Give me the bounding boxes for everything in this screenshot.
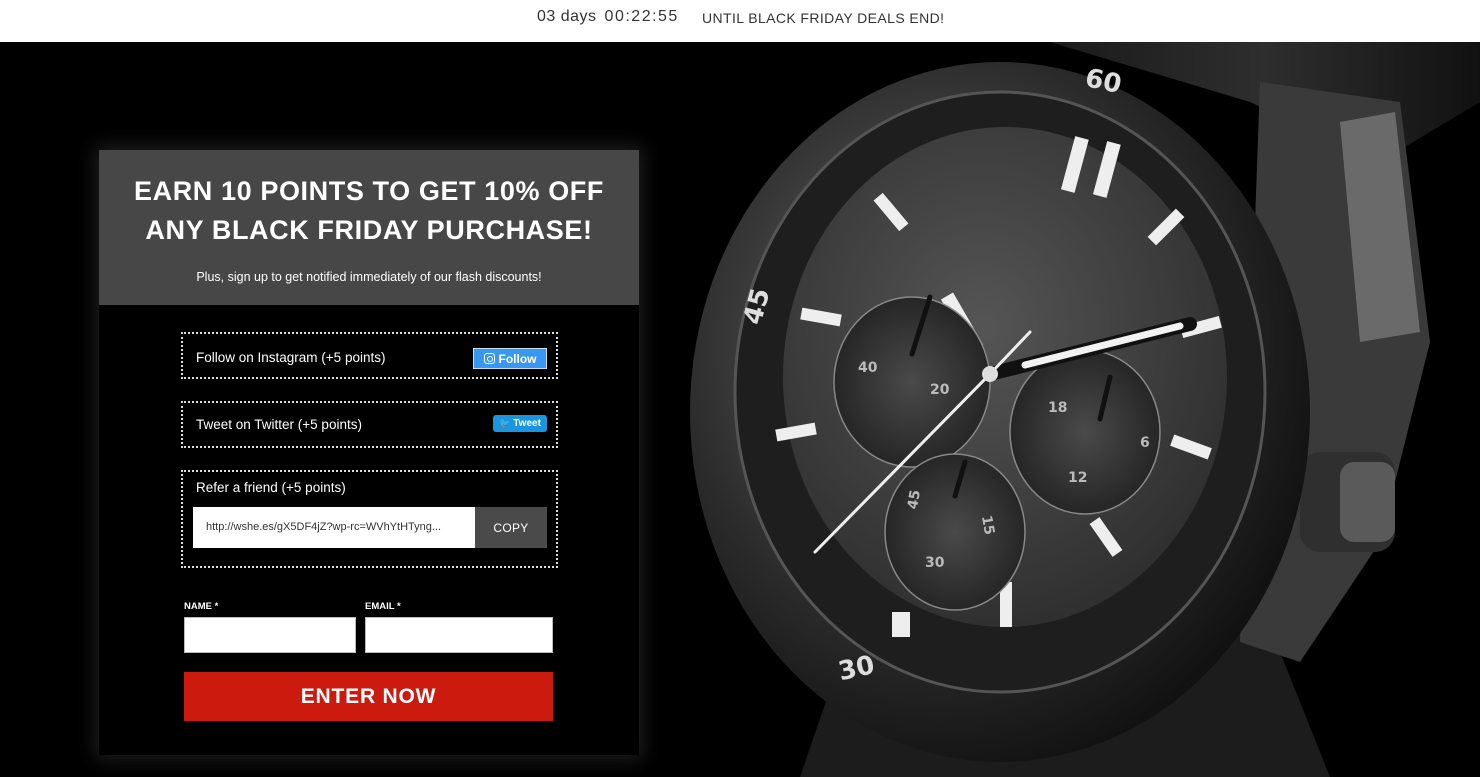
email-field[interactable]	[365, 617, 553, 653]
email-label: EMAIL *	[365, 601, 401, 612]
subdial-number: 30	[925, 555, 945, 571]
subdial-right	[1009, 349, 1161, 515]
subdial-number: 40	[858, 360, 878, 376]
subdial-number: 20	[930, 382, 950, 398]
name-label: NAME *	[184, 601, 219, 612]
action-label: Refer a friend (+5 points)	[196, 480, 346, 495]
twitter-tweet-action[interactable]: Tweet on Twitter (+5 points) 🐦 Tweet	[181, 401, 558, 448]
subdial-left	[833, 296, 991, 468]
countdown-days: 03 days	[537, 8, 597, 25]
widget-header: EARN 10 POINTS TO GET 10% OFF ANY BLACK …	[99, 150, 639, 305]
enter-now-button[interactable]: ENTER NOW	[184, 672, 553, 721]
giveaway-widget: EARN 10 POINTS TO GET 10% OFF ANY BLACK …	[99, 150, 639, 755]
instagram-icon	[483, 353, 495, 364]
action-label: Follow on Instagram (+5 points)	[196, 350, 386, 365]
countdown-bar: 03 days 00:22:55 UNTIL BLACK FRIDAY DEALS…	[0, 0, 1480, 42]
copy-link-button[interactable]: COPY	[475, 507, 547, 548]
subdial-bottom	[884, 453, 1026, 611]
widget-subheadline: Plus, sign up to get notified immediatel…	[196, 270, 542, 284]
countdown-message: UNTIL BLACK FRIDAY DEALS END!	[702, 10, 945, 26]
instagram-follow-button[interactable]: Follow	[473, 348, 547, 369]
instagram-follow-action[interactable]: Follow on Instagram (+5 points) Follow	[181, 332, 558, 379]
subdial-number: 15	[978, 514, 997, 536]
countdown-time: 00:22:55	[604, 8, 679, 25]
name-field[interactable]	[184, 617, 356, 653]
subdial-number: 6	[1140, 435, 1150, 451]
subdial-number: 12	[1068, 470, 1087, 486]
action-label: Tweet on Twitter (+5 points)	[196, 417, 362, 432]
hero-background: 60 45 30 40 20 18 6 12 45 15 30 EARN 10 …	[0, 42, 1480, 777]
subdial-number: 18	[1048, 400, 1067, 416]
subdial-number: 45	[905, 489, 924, 511]
referral-link-field[interactable]: http://wshe.es/gX5DF4jZ?wp-rc=WVhYtHTyng…	[193, 507, 475, 548]
refer-friend-action: Refer a friend (+5 points) http://wshe.e…	[181, 470, 558, 568]
twitter-bird-icon: 🐦	[499, 418, 511, 428]
tweet-button[interactable]: 🐦 Tweet	[493, 415, 547, 432]
countdown-timer: 03 days 00:22:55	[537, 8, 679, 26]
widget-headline: EARN 10 POINTS TO GET 10% OFF ANY BLACK …	[134, 176, 604, 245]
